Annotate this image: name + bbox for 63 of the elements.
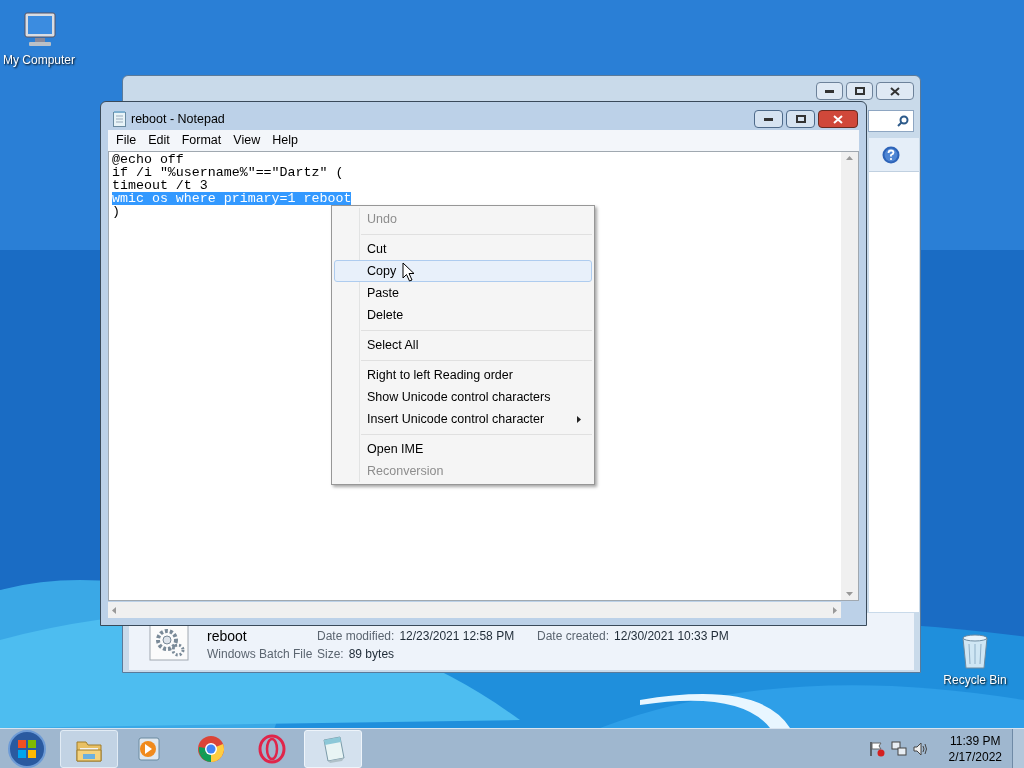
- o-ring-icon: [257, 733, 287, 764]
- menu-item[interactable]: Right to left Reading order: [334, 364, 592, 386]
- field-value: 12/30/2021 10:33 PM: [614, 628, 729, 644]
- close-icon: [890, 86, 900, 96]
- browser-icon: [196, 733, 226, 764]
- scroll-right-icon[interactable]: [833, 606, 837, 614]
- menu-item[interactable]: Show Unicode control characters: [334, 386, 592, 408]
- menu-item[interactable]: Help: [266, 131, 304, 150]
- menu-item[interactable]: Copy: [334, 260, 592, 282]
- minimize-button[interactable]: [754, 110, 783, 128]
- maximize-button[interactable]: [786, 110, 815, 128]
- window-title: reboot - Notepad: [131, 111, 225, 127]
- mouse-pointer-icon: [402, 262, 415, 282]
- menu-item[interactable]: Delete: [334, 304, 592, 326]
- vertical-scrollbar[interactable]: [841, 152, 858, 600]
- windows-logo-icon: [18, 739, 36, 758]
- file-type: Windows Batch File: [207, 646, 313, 662]
- show-desktop-button[interactable]: [1012, 728, 1024, 768]
- file-name: reboot: [207, 628, 248, 644]
- field-value: 89 bytes: [348, 646, 395, 662]
- minimize-icon: [764, 117, 773, 121]
- field-value: 12/23/2021 12:58 PM: [399, 628, 515, 644]
- menu-item[interactable]: View: [227, 131, 267, 150]
- scroll-up-icon[interactable]: [846, 156, 853, 160]
- clock-date[interactable]: 2/17/2022: [948, 748, 1002, 765]
- field-label: Size:: [317, 646, 344, 662]
- maximize-button[interactable]: [846, 82, 873, 100]
- close-button[interactable]: [876, 82, 914, 100]
- code-line: timeout /t 3: [112, 179, 208, 192]
- field-label: Date modified:: [317, 628, 395, 644]
- search-field[interactable]: [868, 110, 914, 132]
- menu-item[interactable]: Select All: [334, 334, 592, 356]
- start-button[interactable]: [8, 729, 46, 768]
- network-icon[interactable]: [890, 740, 907, 757]
- speaker-icon[interactable]: [912, 740, 929, 757]
- horizontal-scrollbar[interactable]: [108, 602, 841, 618]
- menu-item[interactable]: Paste: [334, 282, 592, 304]
- maximize-icon: [795, 115, 806, 123]
- scroll-left-icon[interactable]: [112, 606, 116, 614]
- code-line: if /i "%username%"=="Dartz" (: [112, 166, 344, 179]
- submenu-arrow-icon: [577, 415, 581, 423]
- menu-item[interactable]: Edit: [142, 131, 176, 150]
- close-button[interactable]: [818, 110, 858, 128]
- menu-item[interactable]: Format: [175, 131, 228, 150]
- code-line: @echo off: [112, 153, 184, 166]
- minimize-button[interactable]: [816, 82, 843, 100]
- menu-item[interactable]: Insert Unicode control character: [334, 408, 592, 430]
- icon-label[interactable]: My Computer: [3, 53, 75, 68]
- help-icon[interactable]: [882, 146, 900, 164]
- notepad-icon: [113, 111, 126, 127]
- scroll-down-icon[interactable]: [846, 592, 853, 596]
- maximize-icon: [854, 87, 865, 95]
- menu-item[interactable]: File: [110, 131, 143, 150]
- close-icon: [833, 114, 843, 124]
- menu-item[interactable]: Cut: [334, 238, 592, 260]
- field-label: Date created:: [537, 628, 610, 644]
- menu-item[interactable]: Open IME: [334, 438, 592, 460]
- clock-time[interactable]: 11:39 PM: [950, 732, 1001, 749]
- taskbar-button[interactable]: [60, 729, 118, 768]
- code-line: ): [112, 205, 120, 218]
- search-icon: [897, 115, 909, 127]
- flag-icon[interactable]: [868, 740, 885, 757]
- minimize-icon: [825, 89, 834, 93]
